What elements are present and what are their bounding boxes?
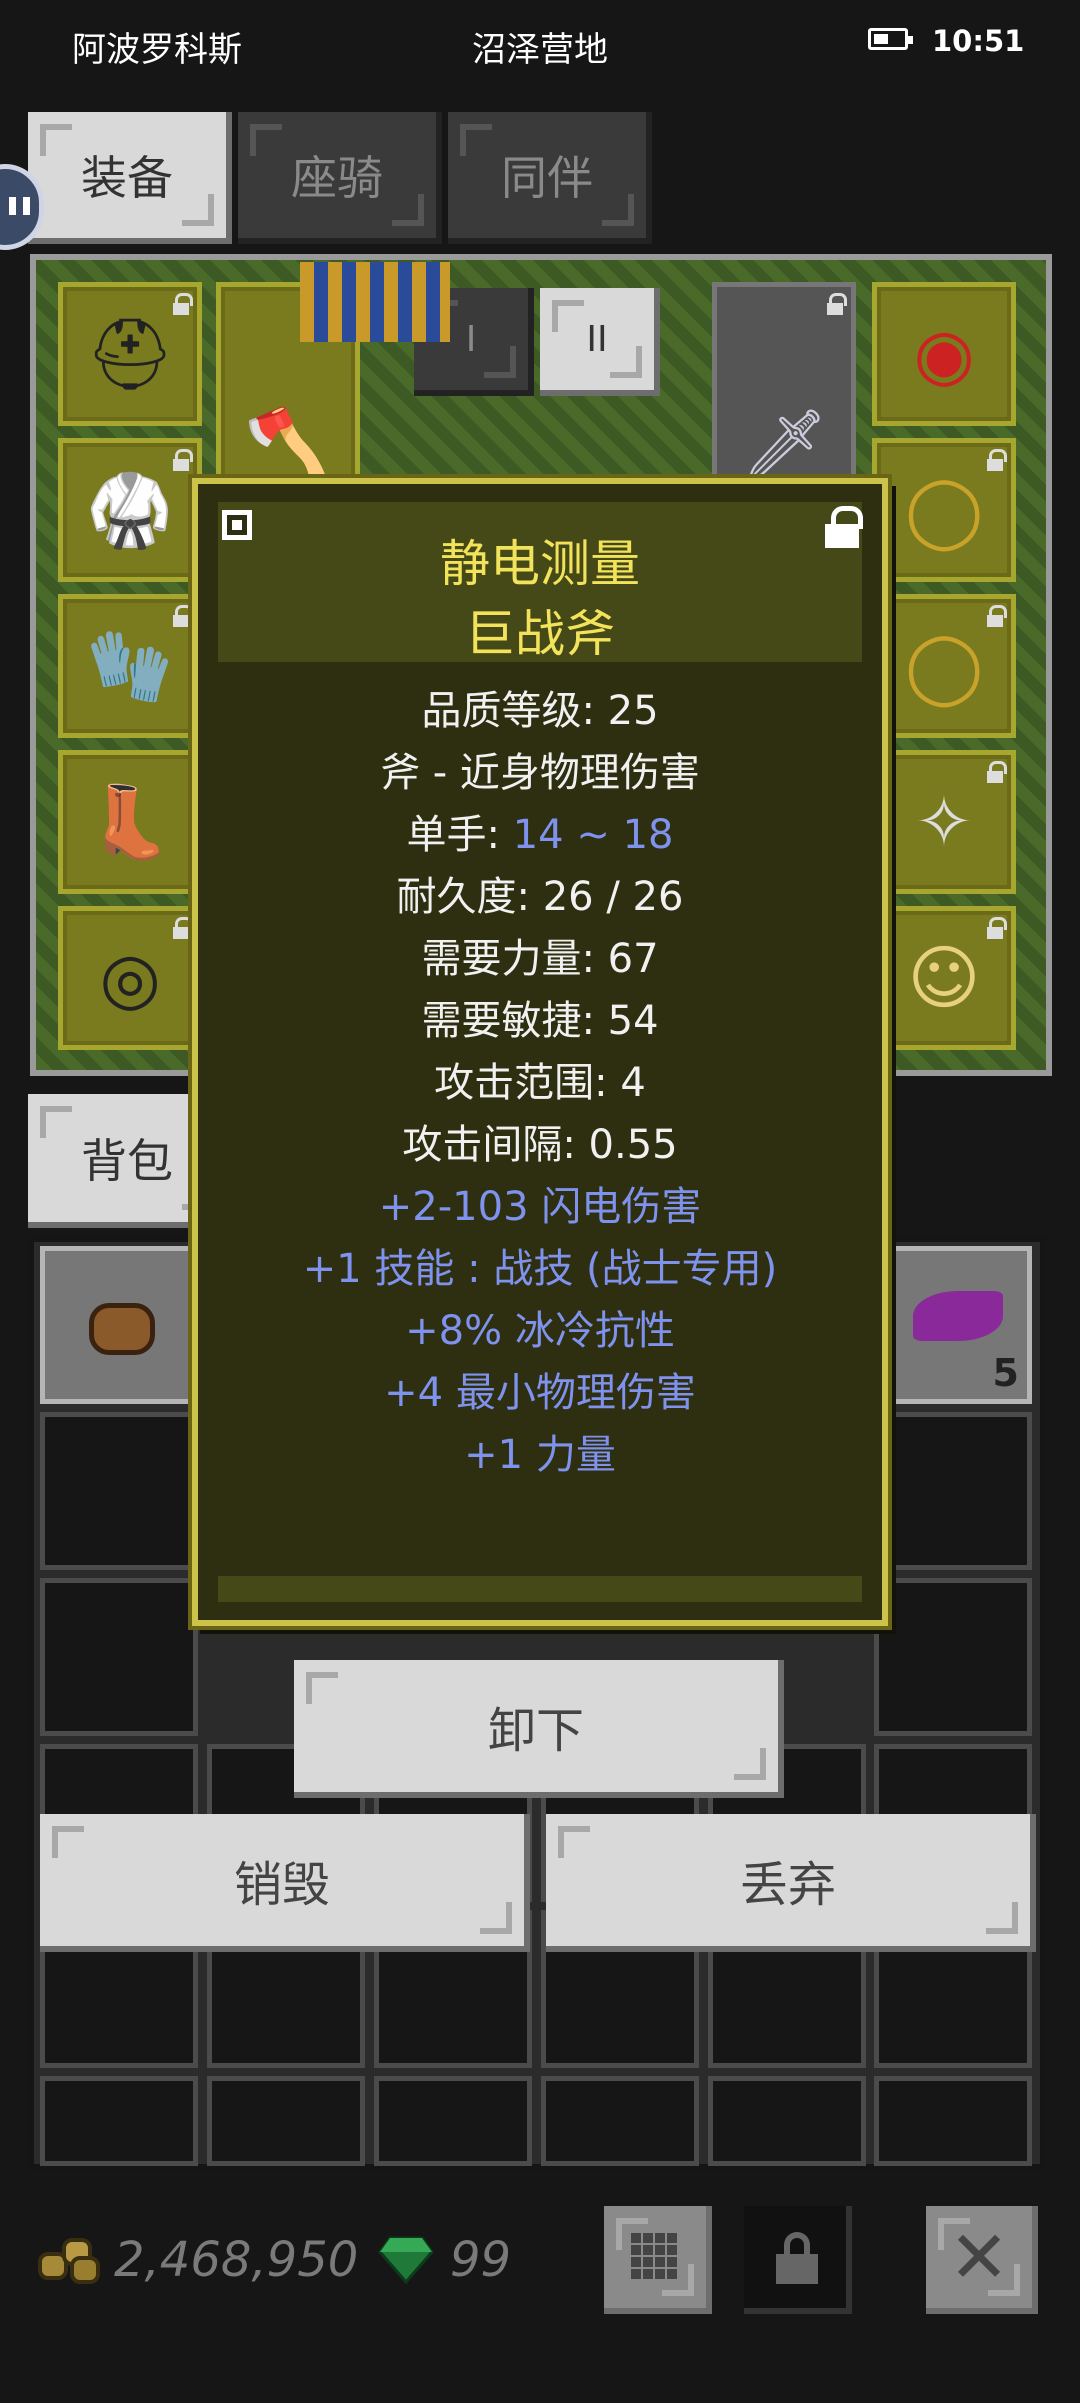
stack-count: 5: [992, 1351, 1019, 1395]
gold-coins-icon: [38, 2234, 102, 2284]
tab-label: 装备: [81, 151, 173, 205]
lock-icon: [171, 293, 193, 315]
destroy-label: 销毁: [233, 1857, 330, 1913]
emerald-icon: [378, 2236, 434, 2284]
bag-slot[interactable]: [874, 1578, 1032, 1736]
lock-icon: [171, 449, 193, 471]
lock-icon: [985, 449, 1007, 471]
discard-button[interactable]: 丢弃: [546, 1814, 1036, 1952]
item-name: 静电测量: [440, 535, 640, 593]
lock-icon: [776, 2232, 818, 2284]
close-button[interactable]: ✕: [926, 2206, 1038, 2314]
bag-slot[interactable]: [207, 2076, 365, 2166]
weapon-set-2-button[interactable]: II: [540, 288, 660, 396]
feather-icon: [913, 1291, 1003, 1341]
bag-slot[interactable]: [874, 1412, 1032, 1570]
destroy-button[interactable]: 销毁: [40, 1814, 530, 1952]
weapon-set-1-label: I: [465, 318, 477, 360]
tab-label: 同伴: [501, 151, 593, 205]
tab-equipment[interactable]: 装备: [28, 112, 232, 244]
battery-icon: [868, 28, 913, 50]
location-name: 阿波罗科斯: [72, 30, 242, 70]
lock-icon: [985, 917, 1007, 939]
magic-mod: +1 技能 : 战技 (战士专用): [302, 1246, 778, 1292]
lock-icon: [825, 293, 847, 315]
gloves-slot[interactable]: 🧤: [58, 594, 202, 738]
gem-amount: 99: [450, 2232, 512, 2288]
tab-label: 背包: [81, 1134, 173, 1188]
ring-2-slot[interactable]: ◯: [872, 594, 1016, 738]
helmet-slot[interactable]: ⛑: [58, 282, 202, 426]
bag-slot[interactable]: [40, 1578, 198, 1736]
bag-slot[interactable]: [541, 2076, 699, 2166]
bag-slot-item-ore[interactable]: [40, 1246, 198, 1404]
tab-label: 座骑: [291, 151, 383, 205]
magic-mod: +4 最小物理伤害: [384, 1370, 696, 1416]
armor-slot[interactable]: 🥋: [58, 438, 202, 582]
charm-slot[interactable]: ✧: [872, 750, 1016, 894]
grid-icon: [631, 2233, 677, 2279]
tooltip-header: 静电测量 巨战斧: [218, 502, 862, 663]
damage-label: 单手:: [406, 812, 513, 858]
discard-label: 丢弃: [739, 1857, 836, 1913]
boots-slot[interactable]: 👢: [58, 750, 202, 894]
compare-toggle-icon[interactable]: [222, 510, 252, 540]
required-strength: 需要力量: 67: [421, 936, 659, 982]
character-portrait-decoration: [300, 262, 450, 342]
belt-slot[interactable]: ◎: [58, 906, 202, 1050]
bag-slot[interactable]: [874, 2076, 1032, 2166]
tooltip-footer: [218, 1576, 862, 1602]
pet-slot[interactable]: ☺: [872, 906, 1016, 1050]
quality-level: 品质等级: 25: [421, 688, 659, 734]
ring-1-slot[interactable]: ◯: [872, 438, 1016, 582]
off-hand-slot[interactable]: 🗡: [712, 282, 856, 502]
area-name: 沼泽营地: [472, 30, 608, 70]
item-tooltip: 静电测量 巨战斧 品质等级: 25 斧 - 近身物理伤害 单手: 14 ~ 18…: [192, 478, 888, 1626]
attack-interval: 攻击间隔: 0.55: [402, 1122, 678, 1168]
close-icon: ✕: [948, 2215, 1010, 2299]
lock-icon: [171, 917, 193, 939]
gold-amount: 2,468,950: [114, 2232, 359, 2288]
unequip-label: 卸下: [487, 1703, 584, 1759]
damage-value: 14 ~ 18: [512, 812, 674, 858]
tab-companion[interactable]: 同伴: [448, 112, 652, 244]
damage-line: 单手: 14 ~ 18: [198, 804, 882, 866]
unequip-button[interactable]: 卸下: [294, 1660, 784, 1798]
magic-mod: +2-103 闪电伤害: [378, 1184, 702, 1230]
sword-icon: 🗡: [739, 404, 829, 486]
bag-slot[interactable]: [374, 2076, 532, 2166]
lock-icon: [985, 761, 1007, 783]
item-lock-icon[interactable]: [824, 506, 863, 548]
bag-slot[interactable]: [40, 1412, 198, 1570]
lock-icon: [985, 605, 1007, 627]
lock-icon: [171, 605, 193, 627]
durability: 耐久度: 26 / 26: [396, 874, 684, 920]
bag-slot[interactable]: [40, 2076, 198, 2166]
clock: 10:51: [932, 24, 1025, 58]
magic-mod: +8% 冰冷抗性: [405, 1308, 675, 1354]
amulet-slot[interactable]: ◉: [872, 282, 1016, 426]
attack-range: 攻击范围: 4: [434, 1060, 646, 1106]
tab-mount[interactable]: 座骑: [238, 112, 442, 244]
bag-slot-item-feather[interactable]: 5: [874, 1246, 1032, 1404]
required-dexterity: 需要敏捷: 54: [421, 998, 659, 1044]
boots-icon: 👢: [86, 780, 174, 863]
sort-grid-button[interactable]: [604, 2206, 712, 2314]
item-category: 斧 - 近身物理伤害: [380, 750, 700, 796]
status-bar: 阿波罗科斯 沼泽营地 10:51: [0, 0, 1080, 88]
item-stats: 品质等级: 25 斧 - 近身物理伤害 单手: 14 ~ 18 耐久度: 26 …: [198, 680, 882, 1486]
lock-mode-button[interactable]: [744, 2206, 852, 2314]
weapon-set-2-label: II: [586, 318, 608, 360]
item-base-type: 巨战斧: [465, 605, 615, 663]
bag-slot[interactable]: [708, 2076, 866, 2166]
ore-icon: [89, 1303, 155, 1355]
amulet-icon: ◉: [913, 313, 975, 395]
magic-mod: +1 力量: [464, 1432, 616, 1478]
